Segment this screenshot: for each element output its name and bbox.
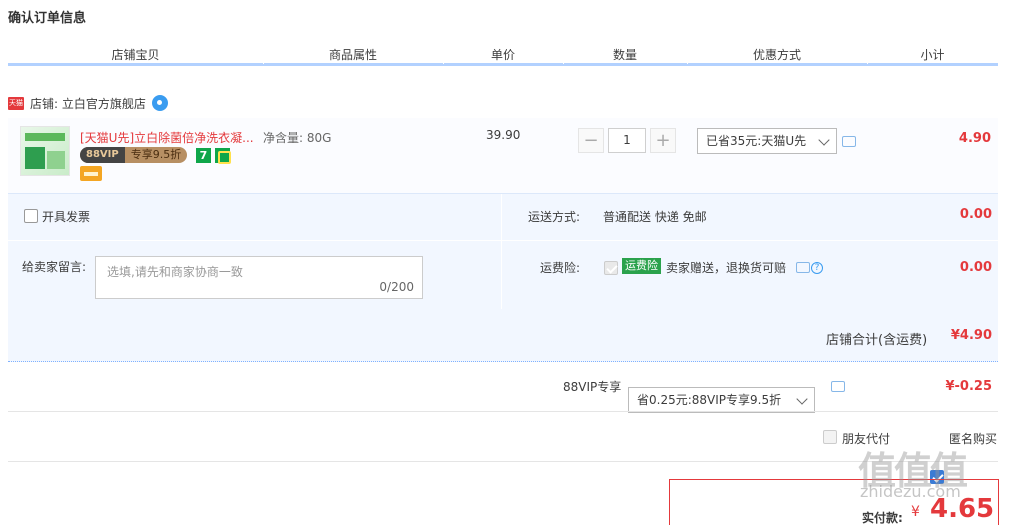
message-char-counter: 0/200 [379, 280, 414, 294]
column-header-promo: 优惠方式 [752, 48, 801, 62]
item-subtotal: 4.90 [958, 131, 991, 146]
invoice-checkbox[interactable] [24, 209, 38, 223]
insurance-label: 运费险: [540, 261, 581, 275]
quantity-stepper: − 1 + [578, 128, 676, 153]
quantity-minus-button[interactable]: − [578, 128, 604, 153]
column-header: 店铺宝贝 商品属性 单价 数量 优惠方式 小计 [8, 42, 998, 66]
chevron-down-icon [796, 393, 808, 405]
vip-promo-value: 省0.25元:88VIP专享9.5折 [637, 393, 782, 407]
vip-comment-icon[interactable] [831, 381, 845, 392]
page-title: 确认订单信息 [8, 11, 87, 26]
shop-line: 天猫 店铺: 立白官方旗舰店 [8, 94, 168, 112]
watermark-site: zhidezu.com [860, 482, 961, 501]
help-icon[interactable]: ? [811, 262, 823, 274]
vip-row-label: 88VIP专享 [563, 380, 622, 394]
shop-name[interactable]: 店铺: 立白官方旗舰店 [30, 95, 146, 112]
message-placeholder: 选填,请先和商家协商一致 [107, 265, 243, 279]
vip-discount-badge: 88VIP 专享9.5折 [80, 147, 188, 163]
insurance-comment-icon[interactable] [796, 262, 810, 273]
vip-discount-value: ¥-0.25 [945, 379, 992, 394]
vip-badge-prefix: 88VIP [80, 147, 125, 163]
tmall-badge-icon: 天猫 [8, 96, 24, 110]
column-header-attr: 商品属性 [328, 48, 377, 62]
item-promo-value: 已省35元:天猫U先 [706, 134, 807, 148]
guarantee-icon[interactable] [215, 148, 231, 164]
product-thumbnail[interactable] [20, 126, 70, 176]
pay-label: 实付款: [862, 511, 903, 525]
wangwang-chat-icon[interactable] [151, 95, 168, 111]
column-header-quantity: 数量 [612, 48, 637, 62]
shipping-method: 普通配送 快递 免邮 [603, 210, 707, 224]
column-header-item: 店铺宝贝 [111, 48, 160, 62]
vip-promo-select[interactable]: 省0.25元:88VIP专享9.5折 [628, 387, 815, 413]
item-promo-select[interactable]: 已省35元:天猫U先 [697, 128, 837, 154]
promo-comment-icon[interactable] [842, 136, 856, 147]
friend-pay-checkbox [823, 430, 837, 444]
vip-badge-discount: 专享9.5折 [130, 148, 182, 161]
unit-price: 39.90 [486, 128, 521, 142]
seven-day-return-icon[interactable]: 7 [196, 148, 211, 163]
column-header-subtotal: 小计 [920, 48, 945, 62]
insurance-price: 0.00 [959, 260, 992, 275]
order-item-row: [天猫U先]立白除菌倍净洗衣凝... 88VIP 专享9.5折 7 净含量: 8… [8, 118, 998, 194]
invoice-label: 开具发票 [42, 210, 91, 224]
shop-total-value: ¥4.90 [950, 328, 992, 343]
shipping-price: 0.00 [959, 207, 992, 222]
quantity-input[interactable]: 1 [608, 128, 646, 153]
shop-total-label: 店铺合计(含运费) [826, 333, 928, 348]
credit-card-icon[interactable] [80, 166, 102, 181]
product-name-link[interactable]: [天猫U先]立白除菌倍净洗衣凝... [80, 129, 258, 146]
insurance-checkbox [604, 261, 618, 275]
insurance-description: 卖家赠送，退换货可赔 [666, 261, 787, 275]
quantity-plus-button[interactable]: + [650, 128, 676, 153]
seller-message-input[interactable]: 选填,请先和商家协商一致 0/200 [95, 256, 423, 299]
insurance-tag: 运费险 [622, 258, 661, 274]
chevron-down-icon [818, 134, 830, 146]
column-header-price: 单价 [490, 48, 515, 62]
shipping-label: 运送方式: [528, 210, 581, 224]
message-label: 给卖家留言: [22, 260, 87, 274]
product-attribute: 净含量: 80G [263, 131, 332, 145]
pay-currency: ¥ [911, 504, 920, 520]
